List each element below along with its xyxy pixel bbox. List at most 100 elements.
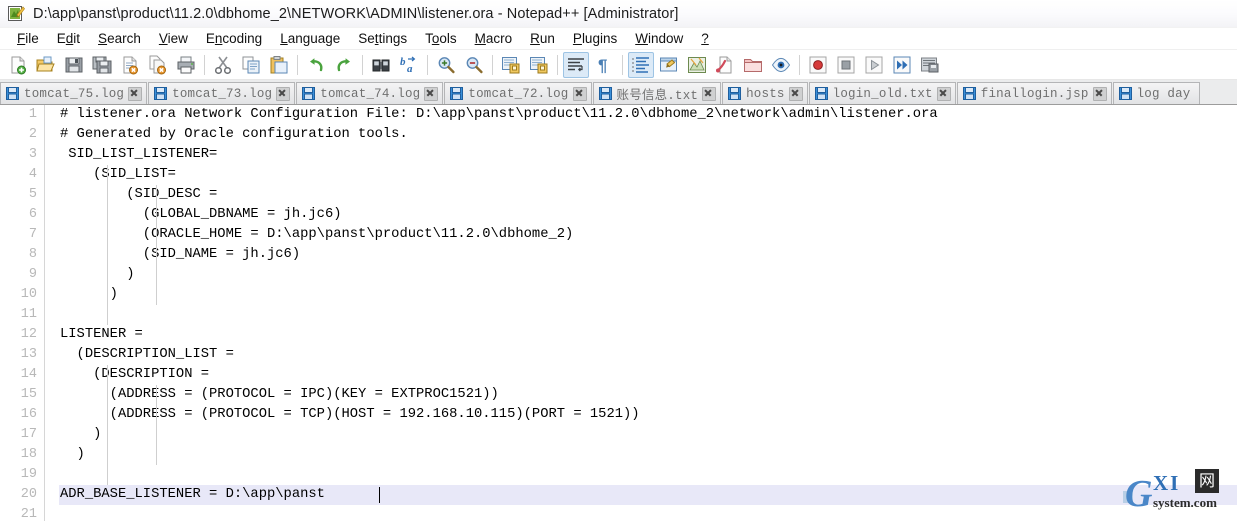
fold-margin[interactable] (45, 105, 59, 521)
close-icon[interactable] (1092, 86, 1107, 101)
menu-item-plugins[interactable]: Plugins (564, 28, 626, 50)
tab-login-old-txt[interactable]: login_old.txt (808, 82, 956, 104)
title-bar: D:\app\panst\product\11.2.0\dbhome_2\NET… (0, 0, 1237, 28)
folder-workspace-icon[interactable] (740, 52, 766, 78)
tab-label: login_old.txt (832, 86, 933, 101)
close-icon[interactable] (702, 86, 717, 101)
tab-label: tomcat_74.log (320, 86, 421, 101)
save-macro-icon[interactable] (917, 52, 943, 78)
save-icon[interactable] (61, 52, 87, 78)
monitoring-icon[interactable] (768, 52, 794, 78)
menu-item-window[interactable]: Window (626, 28, 692, 50)
show-all-chars-icon[interactable]: ¶ (591, 52, 617, 78)
tab-label: tomcat_72.log (468, 86, 569, 101)
tab-hosts[interactable]: hosts (722, 82, 808, 104)
menu-item-run[interactable]: Run (521, 28, 564, 50)
copy-icon[interactable] (238, 52, 264, 78)
toolbar-separator (492, 54, 493, 75)
line-number: 2 (28, 127, 37, 142)
close-icon[interactable] (276, 86, 291, 101)
close-icon[interactable] (424, 86, 439, 101)
toolbar: b a ¶ (0, 50, 1237, 80)
tab-label: tomcat_75.log (24, 86, 125, 101)
code-line: (SID_DESC = (60, 187, 218, 202)
editor-area[interactable]: 1 2 3 4 5 6 7 8 9 10 11 12 13 14 15 16 1… (0, 105, 1237, 521)
line-number: 13 (20, 347, 37, 362)
print-icon[interactable] (173, 52, 199, 78)
stop-macro-icon[interactable] (833, 52, 859, 78)
saved-file-icon (814, 87, 828, 100)
zoom-out-icon[interactable] (461, 52, 487, 78)
menu-item-edit[interactable]: Edit (48, 28, 89, 50)
play-multi-icon[interactable] (889, 52, 915, 78)
indent-guide (107, 165, 108, 325)
redo-icon[interactable] (331, 52, 357, 78)
indent-guide (156, 385, 157, 465)
sync-vertical-icon[interactable] (498, 52, 524, 78)
menu-item-help[interactable]: ? (692, 28, 718, 50)
code-line: (DESCRIPTION = (60, 367, 210, 382)
close-all-icon[interactable] (145, 52, 171, 78)
code-line: LISTENER = (60, 327, 143, 342)
tab-label: 账号信息.txt (616, 89, 699, 103)
code-area[interactable]: # listener.ora Network Configuration Fil… (59, 105, 1237, 521)
tab-finallogin-jsp[interactable]: finallogin.jsp (956, 82, 1112, 104)
new-file-icon[interactable] (5, 52, 31, 78)
line-number: 17 (20, 427, 37, 442)
close-icon[interactable] (572, 86, 587, 101)
menu-item-language[interactable]: Language (271, 28, 349, 50)
menu-item-settings[interactable]: Settings (349, 28, 416, 50)
tab-tomcat-73-log[interactable]: tomcat_73.log (148, 82, 296, 104)
tab-label: tomcat_73.log (172, 86, 273, 101)
tab-log-day[interactable]: log day (1112, 82, 1200, 104)
tab-tomcat-75-log[interactable]: tomcat_75.log (0, 82, 148, 104)
line-number: 10 (20, 287, 37, 302)
code-line: (ORACLE_HOME = D:\app\panst\product\11.2… (60, 227, 574, 242)
code-line: (DESCRIPTION_LIST = (60, 347, 234, 362)
play-macro-icon[interactable] (861, 52, 887, 78)
menu-item-encoding[interactable]: Encoding (197, 28, 271, 50)
word-wrap-icon[interactable] (563, 51, 589, 78)
tab-zhanghao-txt[interactable]: 账号信息.txt (592, 82, 722, 104)
user-defined-dlg-icon[interactable] (656, 52, 682, 78)
code-line: (ADDRESS = (PROTOCOL = IPC)(KEY = EXTPRO… (60, 387, 499, 402)
close-icon[interactable] (936, 86, 951, 101)
find-icon[interactable] (368, 52, 394, 78)
indent-guide-icon[interactable] (628, 51, 654, 78)
code-line: # Generated by Oracle configuration tool… (60, 127, 408, 142)
menu-item-tools[interactable]: Tools (416, 28, 466, 50)
menu-item-macro[interactable]: Macro (466, 28, 522, 50)
function-list-icon[interactable] (712, 52, 738, 78)
record-macro-icon[interactable] (805, 52, 831, 78)
doc-map-icon[interactable] (684, 52, 710, 78)
code-line: ) (60, 427, 102, 442)
menu-item-file[interactable]: File (8, 28, 48, 50)
menu-item-view[interactable]: View (150, 28, 197, 50)
tab-tomcat-72-log[interactable]: tomcat_72.log (444, 82, 592, 104)
replace-icon[interactable]: b a (396, 52, 422, 78)
toolbar-separator (362, 54, 363, 75)
cut-icon[interactable] (210, 52, 236, 78)
line-number: 4 (28, 167, 37, 182)
close-icon[interactable] (128, 86, 143, 101)
menu-item-search[interactable]: Search (89, 28, 150, 50)
save-all-icon[interactable] (89, 52, 115, 78)
code-line: # listener.ora Network Configuration Fil… (60, 107, 938, 122)
paste-icon[interactable] (266, 52, 292, 78)
tab-tomcat-74-log[interactable]: tomcat_74.log (296, 82, 444, 104)
saved-file-icon (728, 87, 742, 100)
zoom-in-icon[interactable] (433, 52, 459, 78)
indent-guide (156, 185, 157, 305)
undo-icon[interactable] (303, 52, 329, 78)
sync-horizontal-icon[interactable] (526, 52, 552, 78)
svg-text:b: b (400, 56, 406, 68)
code-line: ) (60, 447, 85, 462)
open-file-icon[interactable] (33, 52, 59, 78)
line-number: 12 (20, 327, 37, 342)
notepadpp-chameleon-icon (8, 5, 25, 22)
close-icon[interactable] (788, 86, 803, 101)
code-line: SID_LIST_LISTENER= (60, 147, 218, 162)
toolbar-separator (799, 54, 800, 75)
close-file-icon[interactable] (117, 52, 143, 78)
